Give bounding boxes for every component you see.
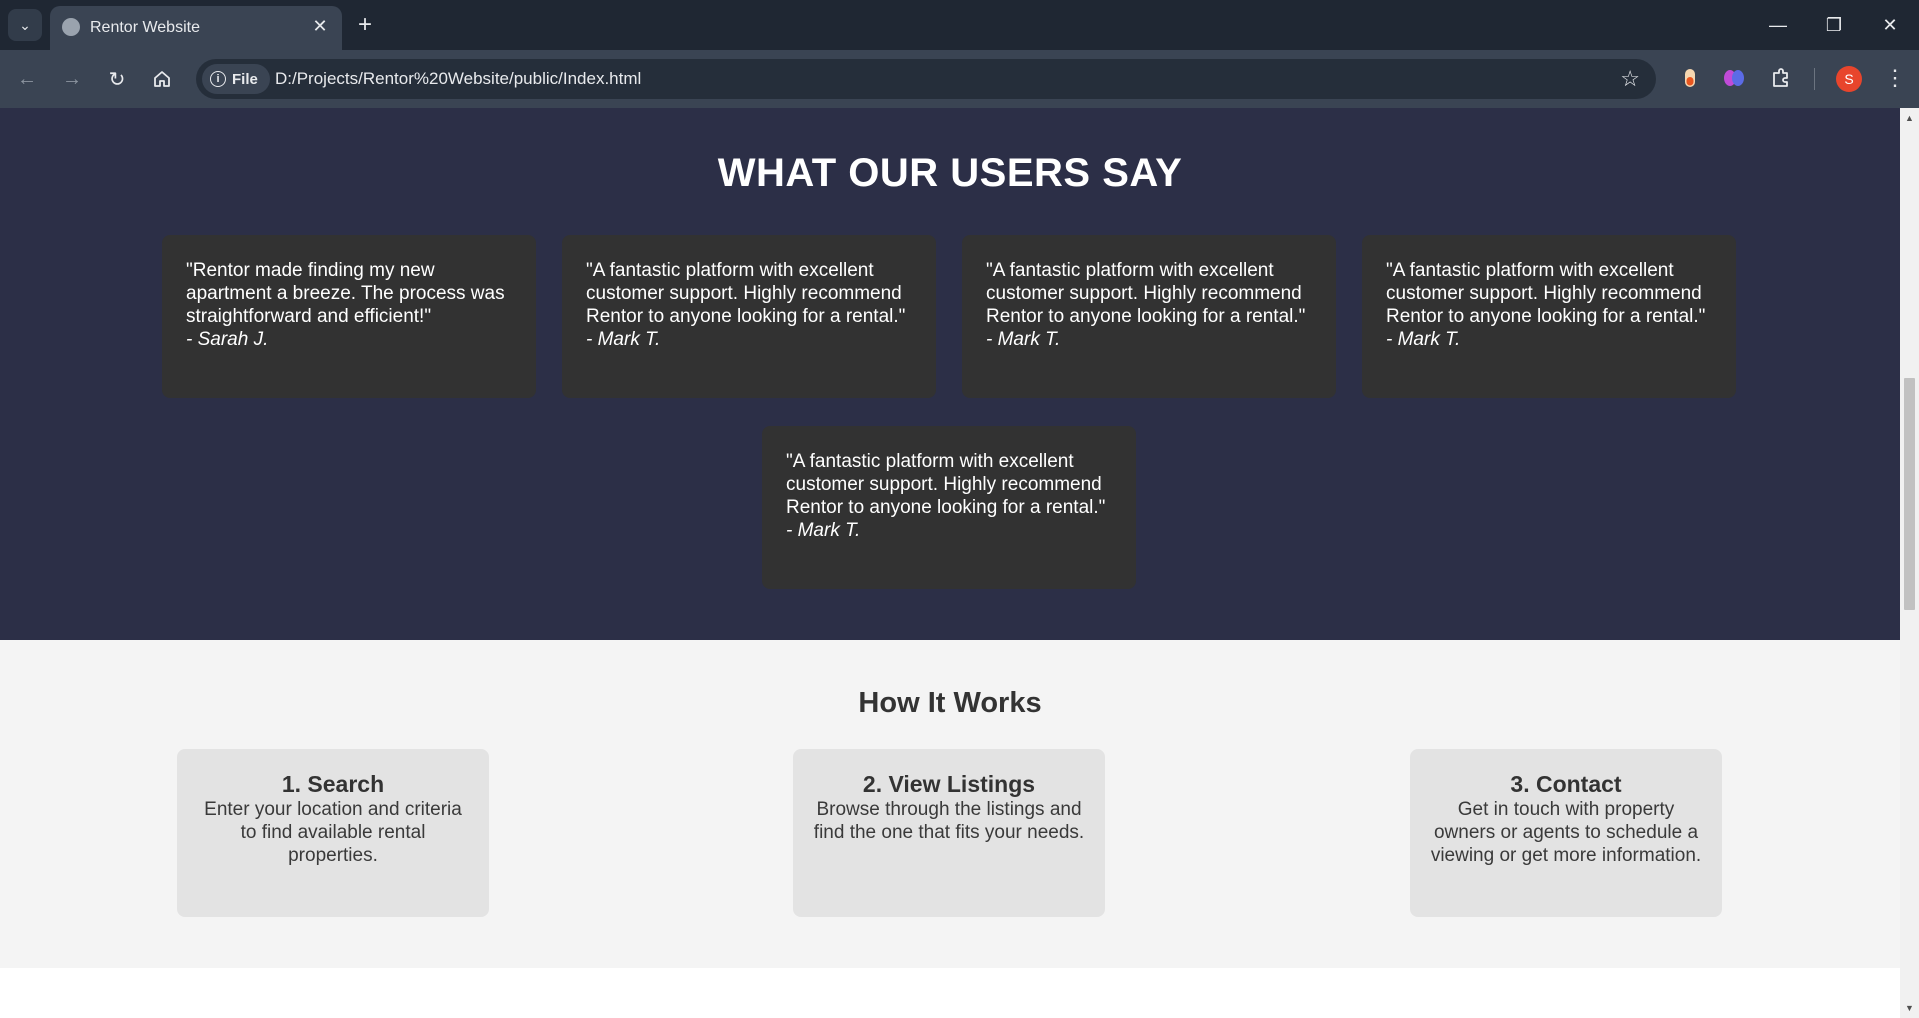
tab-search-button[interactable]: ⌄	[8, 9, 42, 41]
testimonial-author: - Mark T.	[986, 329, 1061, 350]
step-text: Get in touch with property owners or age…	[1430, 799, 1702, 866]
testimonial-quote: "A fantastic platform with excellent cus…	[1386, 260, 1706, 327]
scroll-up-arrow[interactable]: ▲	[1904, 113, 1915, 123]
step-card-contact: 3. Contact Get in touch with property ow…	[1410, 749, 1722, 917]
step-text: Enter your location and criteria to find…	[204, 799, 462, 866]
home-button[interactable]	[147, 64, 177, 94]
testimonials-section: WHAT OUR USERS SAY "Rentor made finding …	[0, 108, 1900, 640]
address-bar[interactable]: i File D:/Projects/Rentor%20Website/publ…	[196, 59, 1656, 99]
browser-toolbar: ← → ↻ i File D:/Projects/Rentor%20Websit…	[0, 50, 1919, 108]
testimonial-quote: "Rentor made finding my new apartment a …	[186, 260, 505, 327]
testimonial-quote: "A fantastic platform with excellent cus…	[986, 260, 1306, 327]
scheme-label: File	[232, 70, 258, 88]
testimonial-quote: "A fantastic platform with excellent cus…	[586, 260, 906, 327]
step-card-search: 1. Search Enter your location and criter…	[177, 749, 489, 917]
scroll-down-arrow[interactable]: ▼	[1904, 1003, 1915, 1013]
home-icon	[154, 71, 170, 87]
extension-pill-icon[interactable]	[1678, 66, 1702, 90]
minimize-button[interactable]: —	[1754, 8, 1802, 42]
forward-button[interactable]: →	[57, 64, 87, 94]
testimonial-card: "A fantastic platform with excellent cus…	[1362, 235, 1736, 398]
close-tab-icon[interactable]: ✕	[308, 14, 332, 38]
bookmark-star-icon[interactable]: ☆	[1620, 66, 1640, 92]
extension-brain-icon[interactable]	[1722, 66, 1746, 90]
testimonial-quote: "A fantastic platform with excellent cus…	[786, 451, 1106, 518]
testimonial-author: - Mark T.	[786, 520, 861, 541]
step-text: Browse through the listings and find the…	[813, 799, 1085, 843]
vertical-scrollbar[interactable]: ▲ ▼	[1900, 108, 1919, 1018]
testimonial-card: "A fantastic platform with excellent cus…	[762, 426, 1136, 589]
profile-avatar[interactable]: S	[1836, 66, 1862, 92]
globe-icon	[62, 18, 80, 36]
tab-strip: ⌄ Rentor Website ✕ + — ❐ ✕	[0, 0, 1919, 50]
site-info-chip[interactable]: i File	[202, 64, 270, 94]
toolbar-divider	[1814, 68, 1815, 90]
testimonial-author: - Sarah J.	[186, 329, 269, 350]
testimonials-title: WHAT OUR USERS SAY	[717, 151, 1183, 195]
tab-title: Rentor Website	[90, 19, 200, 36]
testimonial-card: "A fantastic platform with excellent cus…	[562, 235, 936, 398]
how-it-works-title: How It Works	[858, 687, 1042, 719]
reload-button[interactable]: ↻	[102, 64, 132, 94]
step-title: 1. Search	[281, 771, 385, 797]
testimonial-author: - Mark T.	[586, 329, 661, 350]
info-icon: i	[210, 71, 226, 87]
step-title: 3. Contact	[1510, 771, 1622, 797]
testimonial-card: "Rentor made finding my new apartment a …	[162, 235, 536, 398]
how-it-works-section: How It Works 1. Search Enter your locati…	[0, 640, 1900, 968]
testimonial-author: - Mark T.	[1386, 329, 1461, 350]
browser-tab[interactable]: Rentor Website ✕	[50, 6, 342, 50]
page-viewport: WHAT OUR USERS SAY "Rentor made finding …	[0, 108, 1900, 1018]
more-menu-icon[interactable]: ⋮	[1880, 63, 1910, 93]
step-card-view-listings: 2. View Listings Browse through the list…	[793, 749, 1105, 917]
back-button[interactable]: ←	[12, 64, 42, 94]
restore-button[interactable]: ❐	[1810, 8, 1858, 42]
extensions-puzzle-icon[interactable]	[1769, 66, 1793, 90]
url-text[interactable]: D:/Projects/Rentor%20Website/public/Inde…	[275, 69, 641, 89]
new-tab-button[interactable]: +	[352, 11, 378, 38]
scrollbar-thumb[interactable]	[1904, 378, 1915, 610]
close-window-button[interactable]: ✕	[1866, 8, 1914, 42]
step-title: 2. View Listings	[862, 771, 1036, 797]
chevron-down-icon: ⌄	[19, 16, 31, 33]
testimonial-card: "A fantastic platform with excellent cus…	[962, 235, 1336, 398]
